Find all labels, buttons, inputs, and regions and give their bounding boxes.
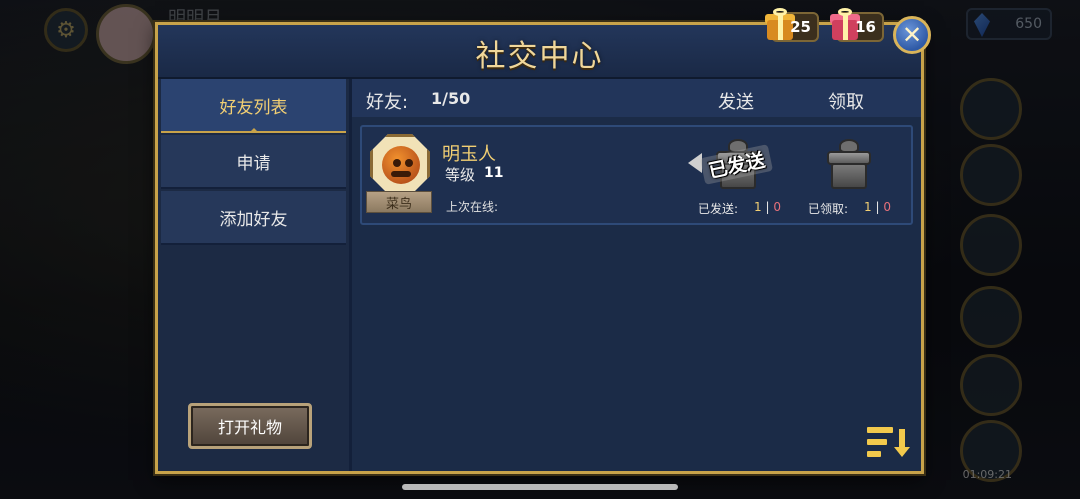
pumpkin-avatar-icon	[382, 146, 420, 184]
gold-gift-ribbon	[778, 14, 783, 40]
pink-gift-bow	[838, 8, 852, 16]
tab-add-friend[interactable]: 添加好友	[161, 191, 346, 245]
send-column-label: 发送	[718, 92, 754, 113]
social-center-dialog: 社交中心 好友列表 申请 添加好友 打开礼物 好友: 1/50 发送 领取 菜鸟…	[155, 22, 924, 474]
gold-gift-count: 25	[790, 18, 811, 36]
sort-bar-1	[867, 427, 893, 433]
sort-bar-2	[867, 439, 887, 445]
friend-name: 明玉人	[442, 144, 496, 165]
rank-plate: 菜鸟	[366, 191, 432, 213]
gold-gift-bow	[773, 8, 787, 16]
sort-arrow-stem	[899, 429, 905, 449]
avatar-eye-left	[393, 159, 401, 167]
friend-list-panel: 好友: 1/50 发送 领取 菜鸟 明玉人 等级 11 上次在线: 已发送 已发…	[349, 79, 921, 471]
receive-column-label: 领取	[828, 92, 864, 113]
friends-count: 1/50	[431, 89, 471, 108]
friend-level-label: 等级	[445, 166, 476, 184]
friend-avatar[interactable]	[370, 134, 430, 194]
avatar-eye-right	[405, 159, 413, 167]
pink-gift-ribbon	[843, 14, 848, 40]
sort-bar-3	[867, 451, 881, 457]
sort-icon[interactable]	[867, 425, 915, 463]
received-count-label: 已领取:	[808, 202, 849, 216]
pink-gift-counter[interactable]: 16	[830, 8, 884, 42]
gift-box-icon	[831, 163, 867, 189]
gold-gift-counter[interactable]: 25	[765, 8, 819, 42]
received-count: 1 | 0	[864, 200, 891, 214]
pink-gift-count: 16	[855, 18, 876, 36]
sent-arrow-icon	[688, 153, 702, 173]
receive-gift-button[interactable]	[827, 139, 871, 189]
friend-row[interactable]: 菜鸟 明玉人 等级 11 上次在线: 已发送 已发送: 1 | 0 已领取: 1…	[360, 125, 913, 225]
last-online-label: 上次在线:	[446, 200, 499, 214]
close-button[interactable]: ✕	[893, 16, 931, 54]
avatar-mouth	[391, 171, 411, 177]
friend-list-header: 好友: 1/50 发送 领取	[352, 79, 921, 117]
sent-count-b: 0	[773, 200, 781, 214]
sent-count: 1 | 0	[754, 200, 781, 214]
received-count-b: 0	[883, 200, 891, 214]
sort-arrow-head	[894, 447, 910, 457]
sent-count-sep: |	[765, 200, 770, 214]
received-count-a: 1	[864, 200, 872, 214]
friends-label: 好友:	[366, 92, 409, 113]
sent-count-a: 1	[754, 200, 762, 214]
friend-level-value: 11	[484, 165, 504, 181]
tab-friend-list[interactable]: 好友列表	[161, 79, 346, 133]
tab-requests[interactable]: 申请	[161, 135, 346, 189]
home-indicator-bar[interactable]	[402, 484, 678, 490]
received-count-sep: |	[875, 200, 880, 214]
sent-count-label: 已发送:	[698, 202, 739, 216]
tab-column: 好友列表 申请 添加好友 打开礼物	[158, 79, 349, 471]
open-gifts-button[interactable]: 打开礼物	[188, 403, 312, 449]
